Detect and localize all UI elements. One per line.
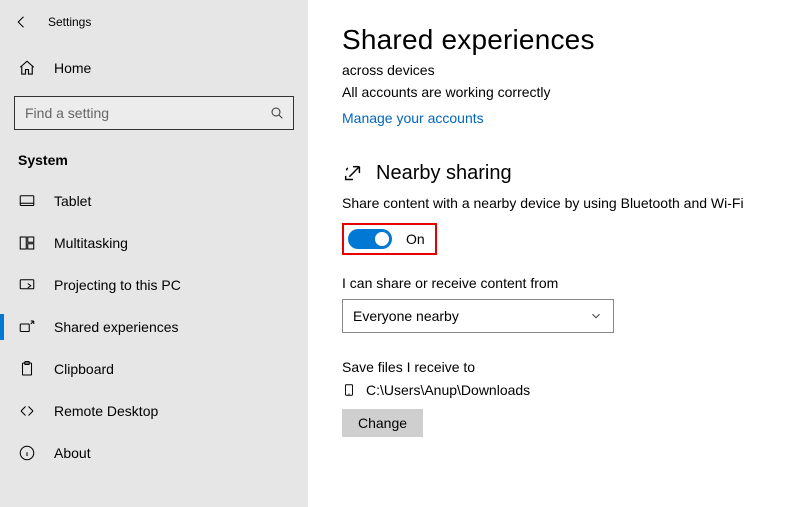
- home-icon: [18, 59, 36, 77]
- manage-accounts-link[interactable]: Manage your accounts: [342, 110, 484, 126]
- nav-item-clipboard[interactable]: Clipboard: [0, 348, 308, 390]
- folder-device-icon: [342, 381, 356, 399]
- nav-item-remote-desktop[interactable]: Remote Desktop: [0, 390, 308, 432]
- share-icon: [342, 163, 364, 185]
- main-content: Shared experiences across devices All ac…: [308, 0, 789, 507]
- nav-label: Tablet: [54, 193, 91, 209]
- nav-label: Multitasking: [54, 235, 128, 251]
- save-to-label: Save files I receive to: [342, 359, 789, 375]
- search-icon: [269, 105, 285, 121]
- page-title: Shared experiences: [342, 24, 789, 56]
- sidebar-header: Settings: [0, 0, 308, 44]
- nav-item-tablet[interactable]: Tablet: [0, 180, 308, 222]
- window-title: Settings: [44, 15, 91, 29]
- sidebar: Settings Home System Tablet Multitasking: [0, 0, 308, 507]
- clipboard-icon: [18, 360, 36, 378]
- remote-desktop-icon: [18, 402, 36, 420]
- select-value: Everyone nearby: [353, 308, 459, 324]
- arrow-left-icon: [13, 13, 31, 31]
- shared-experiences-icon: [18, 318, 36, 336]
- share-from-label: I can share or receive content from: [342, 275, 789, 291]
- back-button[interactable]: [0, 0, 44, 44]
- chevron-down-icon: [589, 309, 603, 323]
- section-heading-text: Nearby sharing: [376, 162, 512, 185]
- projecting-icon: [18, 276, 36, 294]
- highlight-annotation: On: [342, 223, 437, 255]
- save-path-row: C:\Users\Anup\Downloads: [342, 381, 789, 399]
- nav-label: About: [54, 445, 91, 461]
- multitasking-icon: [18, 234, 36, 252]
- nav-item-shared-experiences[interactable]: Shared experiences: [0, 306, 308, 348]
- nearby-sharing-heading: Nearby sharing: [342, 162, 789, 185]
- nav-label: Clipboard: [54, 361, 114, 377]
- nav-item-about[interactable]: About: [0, 432, 308, 474]
- nav-label: Remote Desktop: [54, 403, 158, 419]
- nearby-sharing-desc: Share content with a nearby device by us…: [342, 195, 789, 211]
- search-input[interactable]: [15, 97, 293, 129]
- about-icon: [18, 444, 36, 462]
- share-from-select[interactable]: Everyone nearby: [342, 299, 614, 333]
- nav-group-label: System: [0, 130, 308, 180]
- accounts-status: All accounts are working correctly: [342, 84, 789, 100]
- nearby-sharing-toggle[interactable]: [348, 229, 392, 249]
- truncated-text: across devices: [342, 62, 789, 78]
- nav-label: Shared experiences: [54, 319, 179, 335]
- search-box[interactable]: [14, 96, 294, 130]
- nav-item-multitasking[interactable]: Multitasking: [0, 222, 308, 264]
- toggle-state-label: On: [406, 231, 425, 247]
- tablet-icon: [18, 192, 36, 210]
- save-path-text: C:\Users\Anup\Downloads: [366, 382, 530, 398]
- nav-item-projecting[interactable]: Projecting to this PC: [0, 264, 308, 306]
- home-nav[interactable]: Home: [0, 48, 308, 88]
- change-button[interactable]: Change: [342, 409, 423, 437]
- nav-label: Projecting to this PC: [54, 277, 181, 293]
- home-label: Home: [54, 60, 91, 76]
